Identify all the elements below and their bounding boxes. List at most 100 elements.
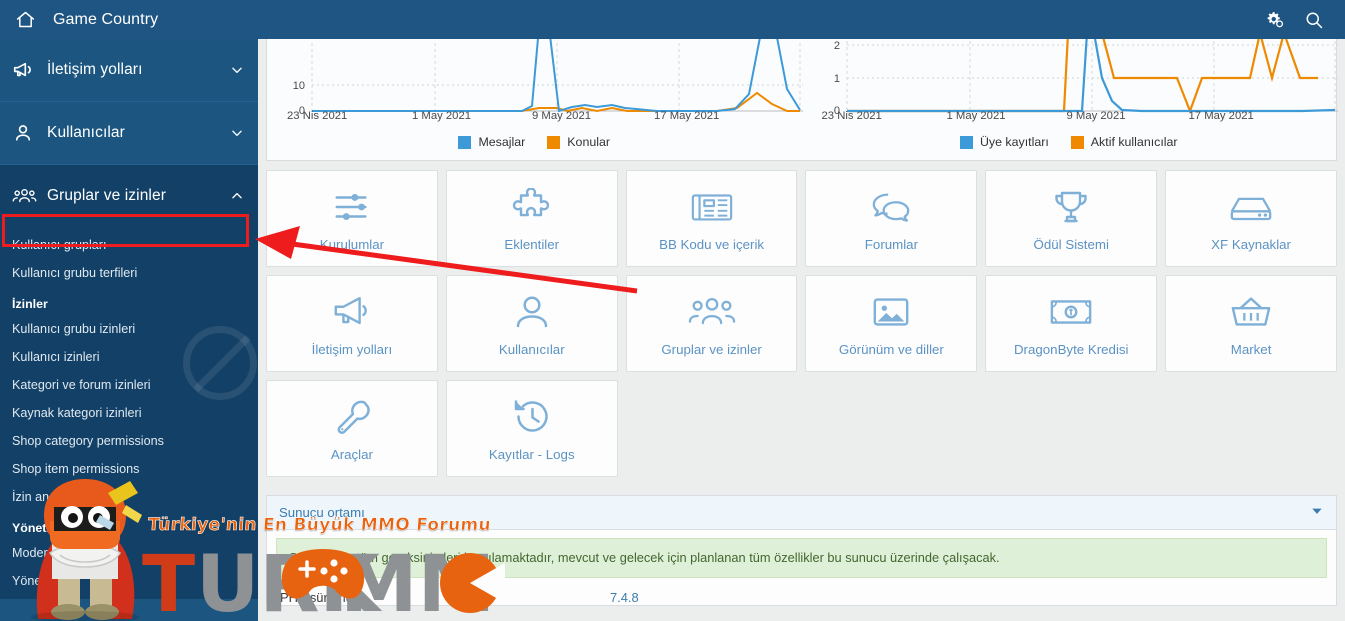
legend-item-mesajlar: Mesajlar (458, 135, 525, 149)
chart-plot-area: 2 1 0 (833, 39, 1338, 117)
sidebar-item-shop-item-permissions[interactable]: Shop item permissions (0, 455, 258, 483)
sidebar-group-iletisim-yollari[interactable]: İletişim yolları (0, 39, 258, 102)
server-icon (1228, 186, 1274, 228)
panel-body: Sunucunuz tüm gereksinimleri karşılamakt… (267, 530, 1336, 605)
x-tick-label: 1 May 2021 (412, 110, 472, 122)
user-icon (12, 122, 38, 144)
card-label: Eklentiler (504, 236, 560, 252)
x-tick-label: 23 Nis 2021 (287, 110, 348, 122)
legend-label: Aktif kullanıcılar (1090, 135, 1178, 149)
puzzle-piece-icon (512, 186, 552, 228)
sidebar-item-kullanici-izinleri[interactable]: Kullanıcı izinleri (0, 343, 258, 371)
sidebar-item-kaynak-kategori-izinleri[interactable]: Kaynak kategori izinleri (0, 399, 258, 427)
page-title: Game Country (53, 10, 159, 28)
user-icon (513, 291, 551, 333)
card-label: Kullanıcılar (498, 341, 565, 357)
panel-header[interactable]: Sunucu ortamı (267, 496, 1336, 530)
sidebar-item-kategori-ve-forum-izinleri[interactable]: Kategori ve forum izinleri (0, 371, 258, 399)
sliders-icon (331, 186, 373, 228)
legend-item-konular: Konular (547, 135, 610, 149)
server-environment-panel: Sunucu ortamı Sunucunuz tüm gereksinimle… (266, 495, 1337, 606)
requirements-alert: Sunucunuz tüm gereksinimleri karşılamakt… (276, 538, 1327, 578)
svg-text:1: 1 (833, 73, 839, 85)
megaphone-icon (12, 59, 38, 81)
php-version-row: PHP sürümü: 7.4.8 (276, 578, 1327, 605)
chart-legend: Mesajlar Konular (267, 135, 802, 149)
trophy-icon (1051, 186, 1091, 228)
card-kurulumlar[interactable]: Kurulumlar (266, 170, 438, 267)
svg-text:2: 2 (833, 40, 839, 52)
card-label: DragonByte Kredisi (1013, 341, 1129, 357)
card-market[interactable]: Market (1165, 275, 1337, 372)
admin-cards-grid: Kurulumlar Eklentiler BB Kodu ve içerik … (266, 170, 1337, 477)
sidebar-group-label: İletişim yolları (47, 61, 143, 78)
card-label: Forumlar (864, 236, 918, 252)
php-version-key: PHP sürümü: (280, 590, 357, 605)
chart-x-axis-labels: 23 Nis 2021 1 May 2021 9 May 2021 17 May… (267, 110, 802, 126)
x-tick-label: 17 May 2021 (1188, 110, 1254, 122)
card-araclar[interactable]: Araçlar (266, 380, 438, 477)
card-kayitlar-logs[interactable]: Kayıtlar - Logs (445, 380, 618, 477)
svg-text:10: 10 (293, 80, 305, 92)
sidebar-heading-izinler: İzinler (12, 297, 48, 311)
legend-swatch (458, 135, 472, 149)
legend-swatch (547, 135, 561, 149)
card-label: Kurulumlar (319, 236, 385, 252)
sidebar-item-kullanici-grubu-izinleri[interactable]: Kullanıcı grubu izinleri (0, 315, 258, 343)
sidebar-item-yoneticiler[interactable]: Yöneticiler (0, 567, 258, 595)
card-dragonbyte-kredisi[interactable]: DragonByte Kredisi (985, 275, 1158, 372)
card-iletisim-yollari[interactable]: İletişim yolları (266, 275, 438, 372)
x-tick-label: 17 May 2021 (654, 110, 720, 122)
sidebar-group-kullanicilar[interactable]: Kullanıcılar (0, 102, 258, 165)
chart-registrations-active-users: 2 1 0 23 Nis 2021 1 May 2021 9 May 2021 … (802, 39, 1338, 160)
card-gruplar-ve-izinler[interactable]: Gruplar ve izinler (625, 275, 798, 372)
card-bb-kodu-ve-icerik[interactable]: BB Kodu ve içerik (625, 170, 798, 267)
sidebar-group-label: Kullanıcılar (47, 124, 125, 141)
legend-item-uye-kayitlari: Üye kayıtları (959, 135, 1049, 149)
cogs-icon[interactable] (1257, 3, 1291, 37)
card-label: Görünüm ve diller (838, 341, 944, 357)
legend-label: Üye kayıtları (979, 135, 1049, 149)
panel-title: Sunucu ortamı (279, 505, 365, 520)
chart-posts-threads: 10 0 23 Nis 2021 1 May 2021 9 May 2021 1… (267, 39, 803, 160)
legend-swatch (959, 135, 973, 149)
users-group-icon (688, 291, 736, 333)
newspaper-icon (690, 186, 734, 228)
top-header-bar: Game Country (0, 0, 1345, 39)
x-tick-label: 23 Nis 2021 (821, 110, 882, 122)
chevron-down-icon[interactable] (1310, 504, 1324, 521)
legend-label: Mesajlar (478, 135, 526, 149)
users-group-icon (12, 185, 38, 207)
chevron-up-icon (230, 189, 244, 203)
sidebar-sublist: Kullanıcı grupları Kullanıcı grubu terfi… (0, 228, 258, 599)
card-gorunum-ve-diller[interactable]: Görünüm ve diller (805, 275, 978, 372)
search-icon[interactable] (1297, 3, 1331, 37)
card-label: BB Kodu ve içerik (659, 236, 765, 252)
card-forumlar[interactable]: Forumlar (805, 170, 978, 267)
sidebar-item-shop-category-permissions[interactable]: Shop category permissions (0, 427, 258, 455)
legend-label: Konular (567, 135, 611, 149)
card-xf-kaynaklar[interactable]: XF Kaynaklar (1165, 170, 1337, 267)
card-kullanicilar[interactable]: Kullanıcılar (445, 275, 618, 372)
card-odul-sistemi[interactable]: Ödül Sistemi (985, 170, 1158, 267)
sidebar: İletişim yolları Kullanıcılar Gruplar ve… (0, 39, 258, 621)
x-tick-label: 9 May 2021 (532, 110, 592, 122)
sidebar-item-kullanici-gruplari[interactable]: Kullanıcı grupları (0, 231, 258, 259)
card-label: Gruplar ve izinler (661, 341, 762, 357)
card-label: İletişim yolları (311, 341, 393, 357)
money-bill-icon (1049, 291, 1093, 333)
chart-legend: Üye kayıtları Aktif kullanıcılar (802, 135, 1337, 149)
home-icon[interactable] (14, 9, 36, 31)
legend-item-aktif-kullanicilar: Aktif kullanıcılar (1070, 135, 1178, 149)
card-label: XF Kaynaklar (1211, 236, 1291, 252)
sidebar-group-gruplar-ve-izinler[interactable]: Gruplar ve izinler (0, 165, 258, 228)
card-label: Market (1230, 341, 1272, 357)
x-tick-label: 9 May 2021 (1066, 110, 1126, 122)
x-tick-label: 1 May 2021 (946, 110, 1006, 122)
comments-icon (870, 186, 912, 228)
sidebar-item-izin-analizi[interactable]: İzin analizi (0, 483, 258, 511)
card-eklentiler[interactable]: Eklentiler (445, 170, 618, 267)
sidebar-item-kullanici-grubu-terfileri[interactable]: Kullanıcı grubu terfileri (0, 259, 258, 287)
main-content: 10 0 23 Nis 2021 1 May 2021 9 May 2021 1… (258, 39, 1345, 621)
sidebar-item-moderatorler[interactable]: Moderatörler (0, 539, 258, 567)
